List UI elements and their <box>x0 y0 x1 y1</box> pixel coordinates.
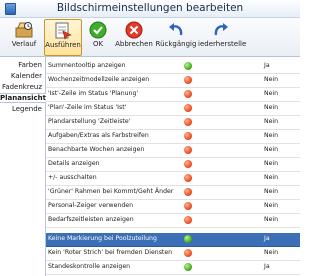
setting-row[interactable]: 'Plan'-Zeile im Status 'Ist' Nein <box>46 102 300 116</box>
setting-value: Ja <box>264 263 270 270</box>
setting-row[interactable]: Details anzeigen Nein <box>46 158 300 172</box>
title-bar: Bildschirmeinstellungen bearbeiten <box>0 0 300 18</box>
setting-value: Nein <box>264 90 279 97</box>
status-dot-icon <box>184 160 192 168</box>
settings-table: Summentooltip anzeigen Ja Wochenzeitmode… <box>46 57 300 276</box>
setting-row[interactable]: 'Grüner' Rahmen bei Kommt/Geht Änder Nei… <box>46 186 300 200</box>
window-title: Bildschirmeinstellungen bearbeiten <box>56 2 244 14</box>
setting-row[interactable]: Standeskontrolle anzeigen Ja <box>46 261 300 275</box>
setting-value: Nein <box>264 188 279 195</box>
setting-value: Nein <box>264 174 279 181</box>
history-label: Verlauf <box>11 40 37 48</box>
setting-value: Nein <box>264 104 279 111</box>
setting-label: 'Ist'-Zeile im Status 'Planung' <box>48 90 139 97</box>
setting-row[interactable]: Kein 'Roter Strich' bei fremden Diensten… <box>46 247 300 261</box>
setting-label: Personal-Zeiger verwenden <box>48 202 134 209</box>
setting-value: Ja <box>264 235 270 242</box>
setting-row[interactable]: Aufgaben/Extras als Farbstreifen Nein <box>46 130 300 144</box>
setting-label: 'Plan'-Zeile im Status 'Ist' <box>48 104 127 111</box>
setting-value: Nein <box>264 146 279 153</box>
undo-button[interactable]: Rückgängig <box>155 19 197 54</box>
undo-label: Rückgängig <box>155 40 197 48</box>
setting-label: 'Grüner' Rahmen bei Kommt/Geht Änder <box>48 188 174 195</box>
history-button[interactable]: Verlauf <box>6 19 42 54</box>
setting-row-selected[interactable]: Keine Markierung bei Poolzuteilung Ja <box>46 233 300 247</box>
redo-icon <box>214 23 228 36</box>
setting-value: Nein <box>264 160 279 167</box>
sidebar-item-kalender[interactable]: Kalender <box>11 72 42 80</box>
cancel-button[interactable]: Abbrechen <box>114 19 154 54</box>
ok-label: OK <box>92 40 104 48</box>
setting-label: Benachbarte Wochen anzeigen <box>48 146 145 153</box>
setting-row[interactable]: Bedarfszeitleisten anzeigen Nein <box>46 214 300 228</box>
execute-icon <box>55 22 72 40</box>
setting-row[interactable]: Plandarstellung 'Zeitleiste' Nein <box>46 116 300 130</box>
setting-row[interactable]: +/- ausschalten Nein <box>46 172 300 186</box>
toolbar: Verlauf Ausführen OK Abbrechen Rückgängi… <box>0 18 300 57</box>
status-dot-icon <box>184 118 192 126</box>
status-dot-icon <box>184 249 192 257</box>
setting-value: Ja <box>264 62 270 69</box>
setting-label: Standeskontrolle anzeigen <box>48 263 131 270</box>
setting-value: Nein <box>264 216 279 223</box>
execute-button[interactable]: Ausführen <box>44 19 82 56</box>
execute-label: Ausführen <box>45 41 81 49</box>
setting-label: Summentooltip anzeigen <box>48 62 126 69</box>
setting-value: Nein <box>264 132 279 139</box>
settings-sidebar: Farben Kalender Fadenkreuz Planansicht L… <box>0 57 46 276</box>
setting-label: Details anzeigen <box>48 160 100 167</box>
status-dot-icon <box>184 235 192 243</box>
sidebar-item-farben[interactable]: Farben <box>18 61 42 69</box>
ok-button[interactable]: OK <box>83 19 113 54</box>
status-dot-icon <box>184 202 192 210</box>
setting-value: Nein <box>264 202 279 209</box>
history-icon <box>15 22 33 38</box>
setting-value: Nein <box>264 118 279 125</box>
cancel-label: Abbrechen <box>115 40 153 48</box>
status-dot-icon <box>184 146 192 154</box>
setting-label: Plandarstellung 'Zeitleiste' <box>48 118 131 125</box>
setting-label: Bedarfszeitleisten anzeigen <box>48 216 134 223</box>
setting-label: Kein 'Roter Strich' bei fremden Diensten <box>48 249 173 256</box>
setting-label: Wochenzeitmodellzeile anzeigen <box>48 76 150 83</box>
sidebar-item-fadenkreuz[interactable]: Fadenkreuz <box>2 83 42 91</box>
status-dot-icon <box>184 188 192 196</box>
undo-icon <box>169 23 183 36</box>
setting-label: Keine Markierung bei Poolzuteilung <box>48 235 157 242</box>
setting-value: Nein <box>264 76 279 83</box>
sidebar-item-planansicht[interactable]: Planansicht <box>0 93 46 103</box>
setting-label: Aufgaben/Extras als Farbstreifen <box>48 132 149 139</box>
redo-button[interactable]: iederherstelle <box>198 19 247 54</box>
cancel-x-icon <box>125 21 143 39</box>
status-dot-icon <box>184 263 192 271</box>
status-dot-icon <box>184 90 192 98</box>
setting-row[interactable]: Wochenzeitmodellzeile anzeigen Nein <box>46 74 300 88</box>
status-dot-icon <box>184 174 192 182</box>
sidebar-item-legende[interactable]: Legende <box>12 105 42 113</box>
setting-value: Nein <box>264 249 279 256</box>
redo-label: iederherstelle <box>198 40 247 48</box>
setting-row[interactable]: 'Ist'-Zeile im Status 'Planung' Nein <box>46 88 300 102</box>
setting-row[interactable]: Benachbarte Wochen anzeigen Nein <box>46 144 300 158</box>
setting-row[interactable]: Summentooltip anzeigen Ja <box>46 60 300 74</box>
status-dot-icon <box>184 216 192 224</box>
status-dot-icon <box>184 62 192 70</box>
status-dot-icon <box>184 76 192 84</box>
setting-label: +/- ausschalten <box>48 174 97 181</box>
status-dot-icon <box>184 132 192 140</box>
setting-row[interactable]: Personal-Zeiger verwenden Nein <box>46 200 300 214</box>
status-dot-icon <box>184 104 192 112</box>
ok-check-icon <box>89 21 107 39</box>
